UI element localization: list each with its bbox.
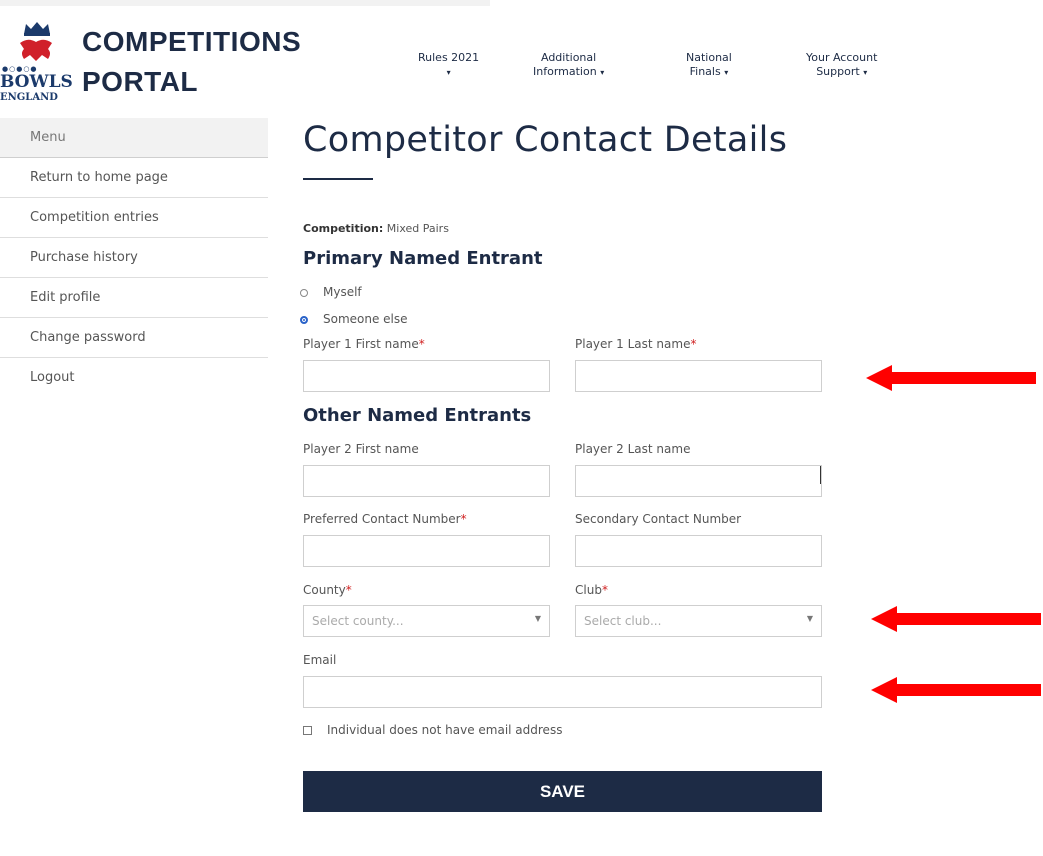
county-placeholder: Select county... xyxy=(312,614,404,628)
sidebar-item-change-password[interactable]: Change password xyxy=(0,318,268,358)
radio-myself-label: Myself xyxy=(323,285,362,299)
site-title[interactable]: COMPETITIONS PORTAL xyxy=(82,22,301,102)
lion-icon xyxy=(20,39,52,61)
radio-someone-else[interactable]: Someone else xyxy=(300,312,408,326)
header-background xyxy=(0,0,490,6)
required-mark: * xyxy=(460,512,467,526)
sidebar-item-competition-entries[interactable]: Competition entries xyxy=(0,198,268,238)
red-arrow-left-icon xyxy=(871,677,1041,703)
p2-last-name-label: Player 2 Last name xyxy=(575,442,691,456)
radio-button-someone-else[interactable] xyxy=(300,315,308,324)
chevron-down-icon: ▾ xyxy=(446,68,451,77)
sec-contact-label: Secondary Contact Number xyxy=(575,512,742,526)
required-mark: * xyxy=(690,337,697,351)
bowls-england-logo[interactable]: ●○●○● BOWLS ENGLAND xyxy=(0,20,73,104)
sidebar-item-home[interactable]: Return to home page xyxy=(0,158,268,198)
p1-first-name-input[interactable] xyxy=(303,360,550,392)
nav-national-label: National xyxy=(686,51,732,64)
chevron-down-icon: ▼ xyxy=(534,614,541,623)
chevron-down-icon: ▾ xyxy=(724,68,729,77)
competition-value: Mixed Pairs xyxy=(386,222,449,235)
logo-england-text: ENGLAND xyxy=(0,92,58,103)
nav-additional-label: Additional xyxy=(540,51,597,64)
club-select[interactable]: Select club... ▼ xyxy=(575,605,822,637)
nav-additional-information[interactable]: Additional Information ▾ xyxy=(533,51,604,80)
radio-someone-else-label: Someone else xyxy=(323,312,408,326)
required-mark: * xyxy=(418,337,425,351)
no-email-checkbox[interactable] xyxy=(303,726,312,735)
title-divider xyxy=(303,178,373,180)
nav-account-label2: Support xyxy=(816,65,860,78)
required-mark: * xyxy=(345,583,352,597)
save-button[interactable]: SAVE xyxy=(303,771,822,812)
county-label-text: County xyxy=(303,583,346,597)
chevron-down-icon: ▾ xyxy=(863,68,868,77)
pref-contact-input[interactable] xyxy=(303,535,550,567)
logo-bowls-text: BOWLS xyxy=(0,72,73,92)
red-arrow-left-icon xyxy=(871,606,1041,632)
sec-contact-input[interactable] xyxy=(575,535,822,567)
nav-account-label: Your Account xyxy=(806,51,878,64)
sidebar-item-purchase-history[interactable]: Purchase history xyxy=(0,238,268,278)
no-email-label: Individual does not have email address xyxy=(327,723,563,737)
other-entrants-heading: Other Named Entrants xyxy=(303,405,532,426)
p2-first-name-input[interactable] xyxy=(303,465,550,497)
sidebar: Menu Return to home page Competition ent… xyxy=(0,118,268,398)
required-mark: * xyxy=(601,583,608,597)
nav-national-finals[interactable]: National Finals ▾ xyxy=(686,51,732,80)
site-title-line1: COMPETITIONS xyxy=(82,26,302,57)
competition-line: Competition: Mixed Pairs xyxy=(303,222,449,235)
no-email-row[interactable]: Individual does not have email address xyxy=(303,723,562,737)
nav-rules-label: Rules 2021 xyxy=(418,51,480,64)
primary-entrant-heading: Primary Named Entrant xyxy=(303,248,543,269)
club-label: Club* xyxy=(575,583,608,597)
email-label: Email xyxy=(303,653,337,667)
red-arrow-left-icon xyxy=(866,365,1036,391)
p1-last-name-input[interactable] xyxy=(575,360,822,392)
p2-last-name-input[interactable] xyxy=(575,465,822,497)
crown-icon xyxy=(24,22,50,36)
p1-first-name-label-text: Player 1 First name xyxy=(303,337,419,351)
county-select[interactable]: Select county... ▼ xyxy=(303,605,550,637)
p1-last-name-label: Player 1 Last name* xyxy=(575,337,696,351)
county-label: County* xyxy=(303,583,352,597)
text-cursor xyxy=(820,466,821,484)
radio-myself[interactable]: Myself xyxy=(300,285,362,299)
competition-label: Competition: xyxy=(303,222,384,235)
p2-first-name-label: Player 2 First name xyxy=(303,442,419,456)
sidebar-menu-header: Menu xyxy=(0,118,268,158)
site-title-line2: PORTAL xyxy=(82,66,199,97)
chevron-down-icon: ▾ xyxy=(600,68,605,77)
club-label-text: Club xyxy=(575,583,602,597)
sidebar-item-edit-profile[interactable]: Edit profile xyxy=(0,278,268,318)
chevron-down-icon: ▼ xyxy=(806,614,813,623)
email-input[interactable] xyxy=(303,676,822,708)
nav-national-label2: Finals xyxy=(689,65,721,78)
p1-first-name-label: Player 1 First name* xyxy=(303,337,425,351)
nav-rules[interactable]: Rules 2021 ▾ xyxy=(418,51,479,80)
radio-button-myself[interactable] xyxy=(300,288,308,297)
nav-account-support[interactable]: Your Account Support ▾ xyxy=(806,51,877,80)
nav-additional-label2: Information xyxy=(533,65,597,78)
pref-contact-label: Preferred Contact Number* xyxy=(303,512,467,526)
p1-last-name-label-text: Player 1 Last name xyxy=(575,337,691,351)
sidebar-item-logout[interactable]: Logout xyxy=(0,358,268,398)
club-placeholder: Select club... xyxy=(584,614,662,628)
page-title: Competitor Contact Details xyxy=(303,120,788,160)
pref-contact-label-text: Preferred Contact Number xyxy=(303,512,461,526)
